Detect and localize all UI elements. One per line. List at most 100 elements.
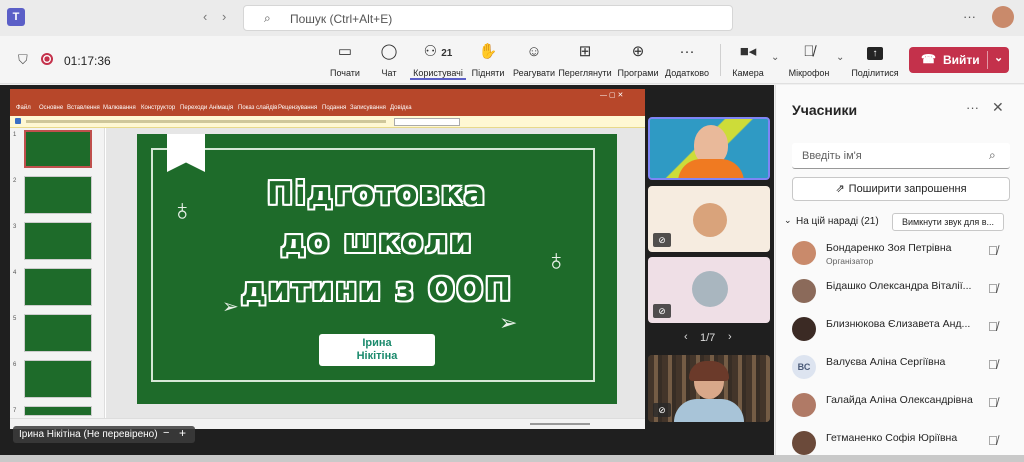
thumb-number: 1 — [13, 132, 17, 138]
slide-canvas[interactable]: ♁ ♁ Підготовка до школи дитини з ООП ➢ ➢… — [137, 134, 617, 404]
people-button[interactable]: ⚇ 21 Користувачі — [410, 42, 466, 80]
participant-name: Бідашко Олександра Віталії... — [826, 280, 972, 292]
microphone-button[interactable]: 🎙̸ Мікрофон — [781, 42, 837, 78]
leave-options-chevron-icon[interactable]: ⌄ — [994, 51, 1003, 64]
leave-button[interactable]: ☎ Вийти ⌄ — [909, 47, 1009, 73]
view-button[interactable]: ⊞ Переглянути — [557, 42, 613, 78]
avatar — [792, 279, 816, 303]
slide-thumbnail[interactable] — [24, 176, 92, 214]
mic-off-icon: 🎙̸ — [988, 357, 998, 372]
warning-icon — [15, 118, 21, 124]
slide-title-line-2: до школи — [280, 224, 474, 260]
camera-icon: ■◂ — [739, 43, 757, 60]
participant-row[interactable]: Близнюкова Єлизавета Анд... 🎙̸ — [792, 315, 1014, 345]
camera-options-chevron-icon[interactable]: ⌄ — [771, 52, 779, 63]
in-meeting-section-header[interactable]: ⌄ На цій нараді (21) Вимкнути звук для в… — [782, 213, 1022, 231]
search-icon: ⌕ — [989, 148, 996, 162]
paper-plane-icon: ➢ — [499, 310, 518, 335]
ribbon-tab[interactable]: Конструктор — [141, 105, 175, 111]
panel-more-icon[interactable]: ··· — [966, 100, 979, 115]
teams-logo-icon[interactable]: T — [7, 8, 25, 26]
ribbon-tab[interactable]: Рецензування — [278, 105, 317, 111]
avatar — [792, 431, 816, 455]
slide-thumbnail[interactable] — [24, 360, 92, 398]
thumb-number: 5 — [13, 316, 17, 322]
search-input[interactable]: ⌕ Пошук (Ctrl+Alt+E) — [243, 5, 733, 31]
chat-button[interactable]: ◯ Чат — [361, 42, 417, 78]
zoom-in-icon[interactable]: + — [179, 426, 186, 440]
back-icon[interactable]: ‹ — [203, 9, 207, 24]
slide-thumbnails: 1 2 3 4 5 6 7 — [10, 128, 105, 418]
slide-thumbnail[interactable] — [24, 314, 92, 352]
ribbon-tab[interactable]: Переходи — [180, 105, 207, 111]
zoom-out-icon[interactable]: − — [163, 427, 169, 439]
ribbon-tab[interactable]: Показ слайдів — [238, 105, 277, 111]
slide-thumbnail[interactable] — [24, 268, 92, 306]
author-first-name: Ірина — [362, 337, 392, 349]
apps-button[interactable]: ⊕ Програми — [610, 42, 666, 78]
slide-thumbnail[interactable] — [24, 130, 92, 168]
react-button[interactable]: ☺ Реагувати — [506, 42, 562, 78]
video-tile[interactable]: ⊘ — [648, 355, 770, 422]
participant-row[interactable]: ВС Валуєва Аліна Сергіївна 🎙̸ — [792, 353, 1014, 383]
participant-avatar — [692, 271, 728, 307]
participant-row[interactable]: Бондаренко Зоя Петрівна Організатор 🎙̸ — [792, 239, 1014, 269]
participant-search-field[interactable]: Введіть ім'я ⌕ — [792, 143, 1010, 169]
next-page-icon[interactable]: › — [728, 331, 732, 343]
recording-icon — [41, 53, 53, 65]
ribbon-tab[interactable]: Довідка — [390, 105, 412, 111]
ribbon-tab[interactable]: Вставлення — [67, 105, 100, 111]
enable-editing-button[interactable] — [394, 118, 460, 126]
video-tile-active-speaker[interactable] — [648, 117, 770, 180]
thumb-number: 6 — [13, 362, 17, 368]
participant-row[interactable]: Галайда Аліна Олександрівна 🎙̸ — [792, 391, 1014, 421]
video-tile[interactable]: ⊘ — [648, 186, 770, 252]
apps-icon: ⊕ — [631, 43, 645, 60]
user-avatar[interactable] — [992, 6, 1014, 28]
shield-icon[interactable]: ⛉ — [18, 52, 28, 68]
participant-hair — [689, 361, 729, 381]
mic-options-chevron-icon[interactable]: ⌄ — [836, 52, 844, 63]
mic-off-icon: ⊘ — [653, 403, 671, 417]
mute-all-button[interactable]: Вимкнути звук для в... — [892, 213, 1004, 231]
slide-thumbnail[interactable] — [24, 406, 92, 416]
ribbon-tab[interactable]: Малювання — [103, 105, 136, 111]
paper-plane-icon: ➢ — [222, 296, 239, 318]
forward-icon[interactable]: › — [222, 9, 226, 24]
slide-thumbnail[interactable] — [24, 222, 92, 260]
ppt-title-bar: — ▢ ✕ — [10, 89, 645, 102]
zoom-slider[interactable] — [530, 423, 590, 425]
more-icon: ··· — [679, 43, 695, 60]
more-button[interactable]: ··· Додатково — [659, 42, 715, 78]
slide-title-line-1: Підготовка — [267, 176, 487, 212]
share-button[interactable]: ↑ Поділитися — [847, 42, 903, 78]
presenter-name-tag: Ірина Нікітіна (Не перевірено) − + — [13, 426, 195, 443]
previous-page-icon[interactable]: ‹ — [684, 331, 688, 343]
participant-row[interactable]: Бідашко Олександра Віталії... 🎙̸ — [792, 277, 1014, 307]
ribbon-tab[interactable]: Основне — [39, 105, 63, 111]
participant-name: Бондаренко Зоя Петрівна — [826, 242, 952, 254]
ppt-protected-view-bar — [10, 116, 645, 128]
participant-role: Організатор — [826, 256, 874, 266]
ribbon-tab[interactable]: Анімація — [209, 105, 233, 111]
share-invite-button[interactable]: ⇗ Поширити запрошення — [792, 177, 1010, 201]
video-tile[interactable]: ⊘ — [648, 257, 770, 323]
shared-screen-powerpoint[interactable]: — ▢ ✕ Файл Основне Вставлення Малювання … — [10, 89, 645, 429]
more-options-icon[interactable]: ··· — [963, 9, 976, 24]
close-icon[interactable]: ✕ — [992, 99, 1004, 116]
mic-off-icon: 🎙̸ — [988, 433, 998, 448]
participant-avatar — [693, 203, 727, 237]
avatar — [792, 317, 816, 341]
camera-button[interactable]: ■◂ Камера — [720, 42, 776, 78]
thumb-number: 3 — [13, 224, 17, 230]
ribbon-tab[interactable]: Подання — [322, 105, 346, 111]
share-invite-icon: ⇗ — [835, 183, 845, 195]
avatar — [792, 393, 816, 417]
participant-name: Близнюкова Єлизавета Анд... — [826, 318, 971, 330]
thumb-number: 4 — [13, 270, 17, 276]
title-bar: T ‹ › ⌕ Пошук (Ctrl+Alt+E) ··· — [0, 0, 1024, 36]
slide-author-label: Ірина Нікітіна — [319, 334, 435, 366]
ribbon-tab[interactable]: Записування — [350, 105, 386, 111]
ribbon-tab[interactable]: Файл — [16, 105, 31, 111]
meeting-timer: 01:17:36 — [64, 54, 111, 68]
